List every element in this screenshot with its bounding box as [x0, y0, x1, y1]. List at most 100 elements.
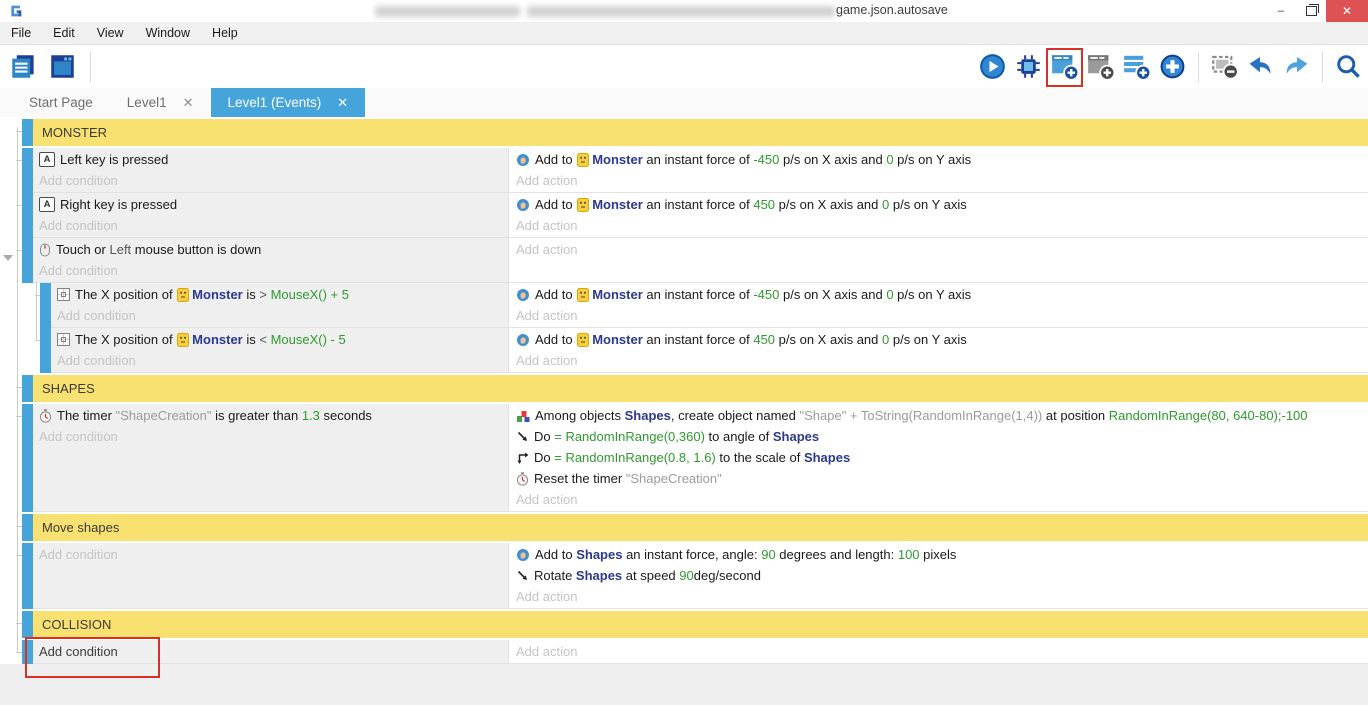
- conditions-cell: ALeft key is pressedAdd condition: [33, 148, 508, 192]
- event-drag-bar[interactable]: [22, 404, 33, 512]
- add-condition-link[interactable]: Add condition: [51, 350, 508, 371]
- project-manager-button[interactable]: [10, 53, 37, 80]
- undo-button[interactable]: [1247, 53, 1274, 80]
- tab-start-page[interactable]: Start Page: [12, 88, 110, 117]
- tab-level1-events-[interactable]: Level1 (Events) ✕: [211, 88, 366, 117]
- rotate-icon: [516, 430, 529, 443]
- event-drag-bar[interactable]: [22, 514, 33, 541]
- add-condition-link[interactable]: Add condition: [33, 170, 508, 191]
- group-label[interactable]: COLLISION: [33, 611, 1368, 638]
- event-row: Add conditionAdd to Shapes an instant fo…: [22, 543, 1368, 609]
- monster-object-icon: [177, 333, 189, 347]
- action-line[interactable]: Do = RandomInRange(0.8, 1.6) to the scal…: [509, 447, 1368, 468]
- condition-line[interactable]: Touch or Left mouse button is down: [33, 239, 508, 260]
- search-icon: [1335, 53, 1362, 80]
- add-action-link[interactable]: Add action: [509, 215, 1368, 236]
- add-condition-link[interactable]: Add condition: [33, 426, 508, 447]
- add-action-link[interactable]: Add action: [509, 586, 1368, 607]
- group-label[interactable]: SHAPES: [33, 375, 1368, 402]
- menu-window[interactable]: Window: [135, 22, 201, 44]
- event-row: Touch or Left mouse button is downAdd co…: [22, 238, 1368, 283]
- action-line[interactable]: Among objects Shapes, create object name…: [509, 405, 1368, 426]
- condition-line[interactable]: The X position of Monster is > MouseX() …: [51, 284, 508, 305]
- add-action-link[interactable]: Add action: [509, 350, 1368, 371]
- event-drag-bar[interactable]: [22, 193, 33, 238]
- event-drag-bar[interactable]: [22, 119, 33, 146]
- add-action-link[interactable]: Add action: [509, 305, 1368, 326]
- action-line[interactable]: Add to Shapes an instant force, angle: 9…: [509, 544, 1368, 565]
- play-button[interactable]: [979, 53, 1006, 80]
- action-line[interactable]: Do = RandomInRange(0,360) to angle of Sh…: [509, 426, 1368, 447]
- action-line[interactable]: Add to Monster an instant force of -450 …: [509, 284, 1368, 305]
- action-line[interactable]: Add to Monster an instant force of 450 p…: [509, 194, 1368, 215]
- add-comment-button[interactable]: [1123, 53, 1150, 80]
- project-manager-icon: [10, 53, 37, 80]
- add-condition-link[interactable]: Add condition: [33, 215, 508, 236]
- add-condition-link[interactable]: Add condition: [33, 260, 508, 281]
- remove-event-icon: [1211, 53, 1238, 80]
- add-subevent-button[interactable]: [1087, 53, 1114, 80]
- add-instruction-button[interactable]: [1159, 53, 1186, 80]
- group-label[interactable]: MONSTER: [33, 119, 1368, 146]
- redo-icon: [1283, 53, 1310, 80]
- event-row: ARight key is pressedAdd conditionAdd to…: [22, 193, 1368, 238]
- menu-edit[interactable]: Edit: [42, 22, 86, 44]
- event-drag-bar[interactable]: [22, 375, 33, 402]
- force-icon: [516, 548, 530, 562]
- action-line[interactable]: Rotate Shapes at speed 90deg/second: [509, 565, 1368, 586]
- toolbar-separator: [1198, 52, 1199, 82]
- action-line[interactable]: Reset the timer "ShapeCreation": [509, 468, 1368, 489]
- event-row: ALeft key is pressedAdd conditionAdd to …: [22, 148, 1368, 193]
- add-condition-link[interactable]: Add condition: [33, 544, 508, 565]
- menu-file[interactable]: File: [0, 22, 42, 44]
- event-drag-bar[interactable]: [22, 640, 33, 664]
- redo-button[interactable]: [1283, 53, 1310, 80]
- add-action-link[interactable]: Add action: [509, 170, 1368, 191]
- sheet-empty-area[interactable]: [0, 664, 1368, 705]
- undo-icon: [1247, 53, 1274, 80]
- event-drag-bar[interactable]: [22, 611, 33, 638]
- timer-icon: [39, 409, 52, 423]
- collapse-arrow-icon[interactable]: [3, 255, 13, 261]
- start-page-button[interactable]: [49, 53, 76, 80]
- tab-close-icon[interactable]: ✕: [183, 95, 194, 111]
- add-action-link[interactable]: Add action: [509, 641, 1368, 662]
- conditions-cell: ARight key is pressedAdd condition: [33, 193, 508, 237]
- event-drag-bar[interactable]: [40, 283, 51, 328]
- minimize-button[interactable]: –: [1266, 0, 1296, 22]
- event-drag-bar[interactable]: [40, 328, 51, 373]
- action-line[interactable]: Add to Monster an instant force of 450 p…: [509, 329, 1368, 350]
- condition-line[interactable]: ARight key is pressed: [33, 194, 508, 215]
- event-drag-bar[interactable]: [22, 543, 33, 609]
- search-button[interactable]: [1335, 53, 1362, 80]
- condition-line[interactable]: The X position of Monster is < MouseX() …: [51, 329, 508, 350]
- title-bar: game.json.autosave – ✕: [0, 0, 1368, 22]
- debug-button[interactable]: [1015, 53, 1042, 80]
- tab-close-icon[interactable]: ✕: [337, 95, 348, 111]
- conditions-cell: The X position of Monster is > MouseX() …: [51, 283, 508, 327]
- remove-event-button[interactable]: [1211, 53, 1238, 80]
- condition-line[interactable]: ALeft key is pressed: [33, 149, 508, 170]
- add-action-link[interactable]: Add action: [509, 489, 1368, 510]
- add-instruction-icon: [1159, 53, 1186, 80]
- mouse-icon: [39, 243, 51, 257]
- tab-label: Level1 (Events): [228, 95, 322, 110]
- restore-button[interactable]: [1296, 0, 1326, 22]
- add-action-link[interactable]: Add action: [509, 239, 1368, 260]
- event-drag-bar[interactable]: [22, 238, 33, 283]
- action-line[interactable]: Add to Monster an instant force of -450 …: [509, 149, 1368, 170]
- menu-help[interactable]: Help: [201, 22, 249, 44]
- event-drag-bar[interactable]: [22, 148, 33, 193]
- add-event-button[interactable]: [1051, 53, 1078, 80]
- scene-editor-icon: [49, 53, 76, 80]
- close-button[interactable]: ✕: [1326, 0, 1368, 22]
- conditions-cell: The timer "ShapeCreation" is greater tha…: [33, 404, 508, 511]
- tab-level1[interactable]: Level1✕: [110, 88, 211, 117]
- redacted-title-text: [527, 6, 835, 17]
- add-condition-link[interactable]: Add condition: [33, 641, 508, 662]
- menu-view[interactable]: View: [86, 22, 135, 44]
- menu-bar: FileEditViewWindowHelp: [0, 22, 1368, 45]
- add-condition-link[interactable]: Add condition: [51, 305, 508, 326]
- condition-line[interactable]: The timer "ShapeCreation" is greater tha…: [33, 405, 508, 426]
- group-label[interactable]: Move shapes: [33, 514, 1368, 541]
